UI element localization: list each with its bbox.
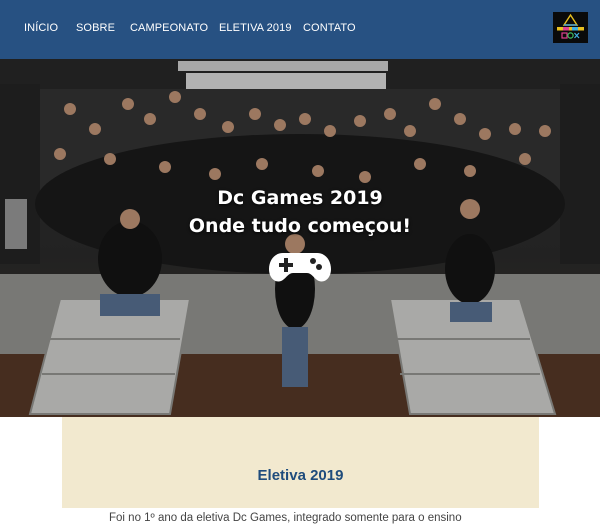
nav-link-contato[interactable]: CONTATO xyxy=(303,0,356,59)
hero-title-line1: Dc Games 2019 xyxy=(217,187,383,209)
top-navbar: INÍCIO SOBRE CAMPEONATO ELETIVA 2019 CON… xyxy=(0,0,600,59)
nav-link-inicio[interactable]: INÍCIO xyxy=(24,0,58,59)
hero-group-photo xyxy=(0,59,600,417)
hero-title-line2: Onde tudo começou! xyxy=(188,215,412,237)
section-title: Eletiva 2019 xyxy=(257,467,344,485)
nav-link-campeonato[interactable]: CAMPEONATO xyxy=(130,0,208,59)
section-paragraph: Foi no 1º ano da eletiva Dc Games, integ… xyxy=(109,511,462,524)
site-logo[interactable] xyxy=(553,12,588,43)
nav-link-eletiva-2019[interactable]: ELETIVA 2019 xyxy=(219,0,292,59)
nav-link-sobre[interactable]: SOBRE xyxy=(76,0,115,59)
gamepad-icon xyxy=(269,251,331,283)
hero-banner: Dc Games 2019 Onde tudo começou! xyxy=(0,59,600,417)
eletiva-section: Eletiva 2019 Foi no 1º ano da eletiva Dc… xyxy=(62,417,539,524)
